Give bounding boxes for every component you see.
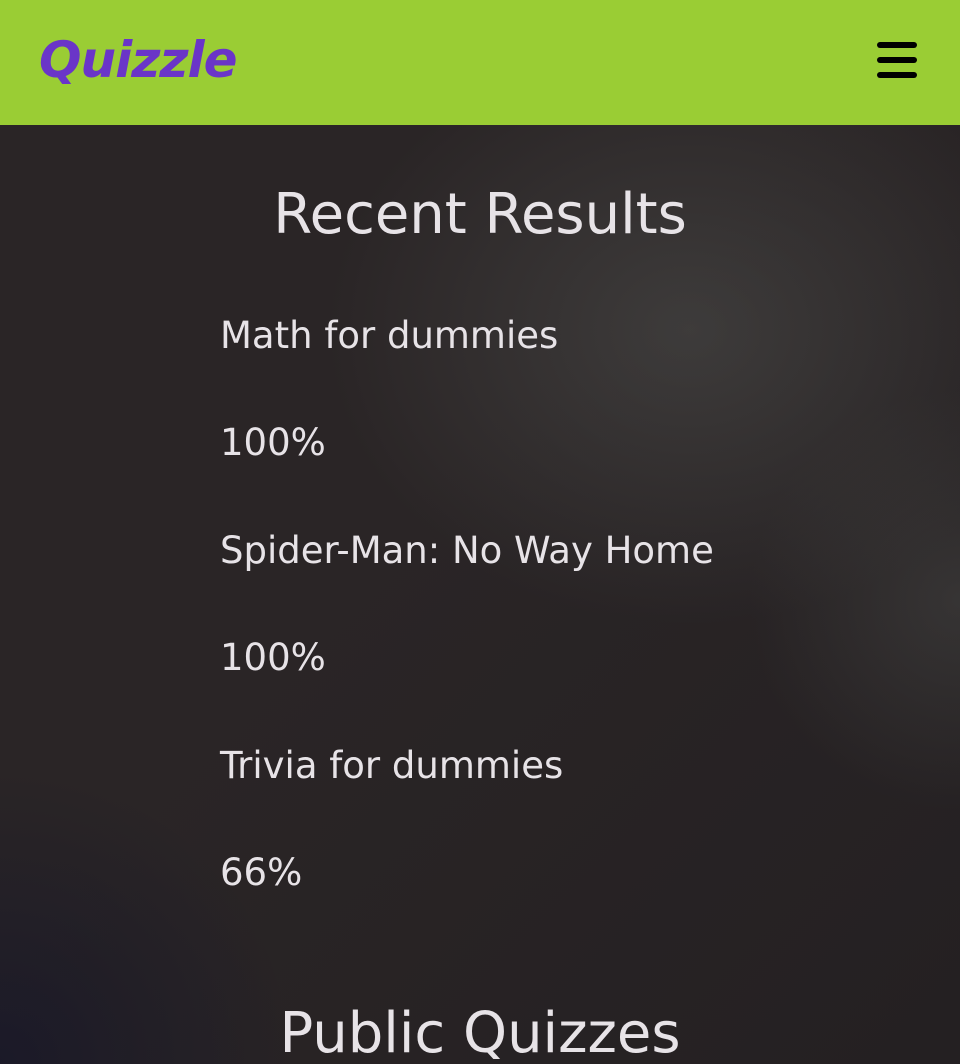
hamburger-menu-button[interactable] <box>872 36 922 84</box>
recent-results-list: Math for dummies 100% Spider-Man: No Way… <box>220 305 920 950</box>
result-score: 66% <box>220 851 303 894</box>
result-quiz-name[interactable]: Trivia for dummies <box>220 743 563 789</box>
recent-results-title: Recent Results <box>273 182 687 247</box>
result-item: Math for dummies 100% <box>220 305 920 520</box>
top-navbar: Quizzle <box>0 0 960 125</box>
menu-icon-bar <box>877 57 917 63</box>
main-content: Recent Results Math for dummies 100% Spi… <box>0 125 960 1064</box>
quizzle-logo[interactable]: Quizzle <box>39 28 237 92</box>
menu-icon-bar <box>877 72 917 78</box>
result-quiz-name[interactable]: Spider-Man: No Way Home <box>220 528 714 574</box>
public-quizzes-title: Public Quizzes <box>279 1001 681 1064</box>
result-item: Trivia for dummies 66% <box>220 735 920 950</box>
result-score: 100% <box>220 636 326 679</box>
result-item: Spider-Man: No Way Home 100% <box>220 520 920 735</box>
menu-icon-bar <box>877 42 917 48</box>
result-score: 100% <box>220 421 326 464</box>
result-quiz-name[interactable]: Math for dummies <box>220 313 558 359</box>
